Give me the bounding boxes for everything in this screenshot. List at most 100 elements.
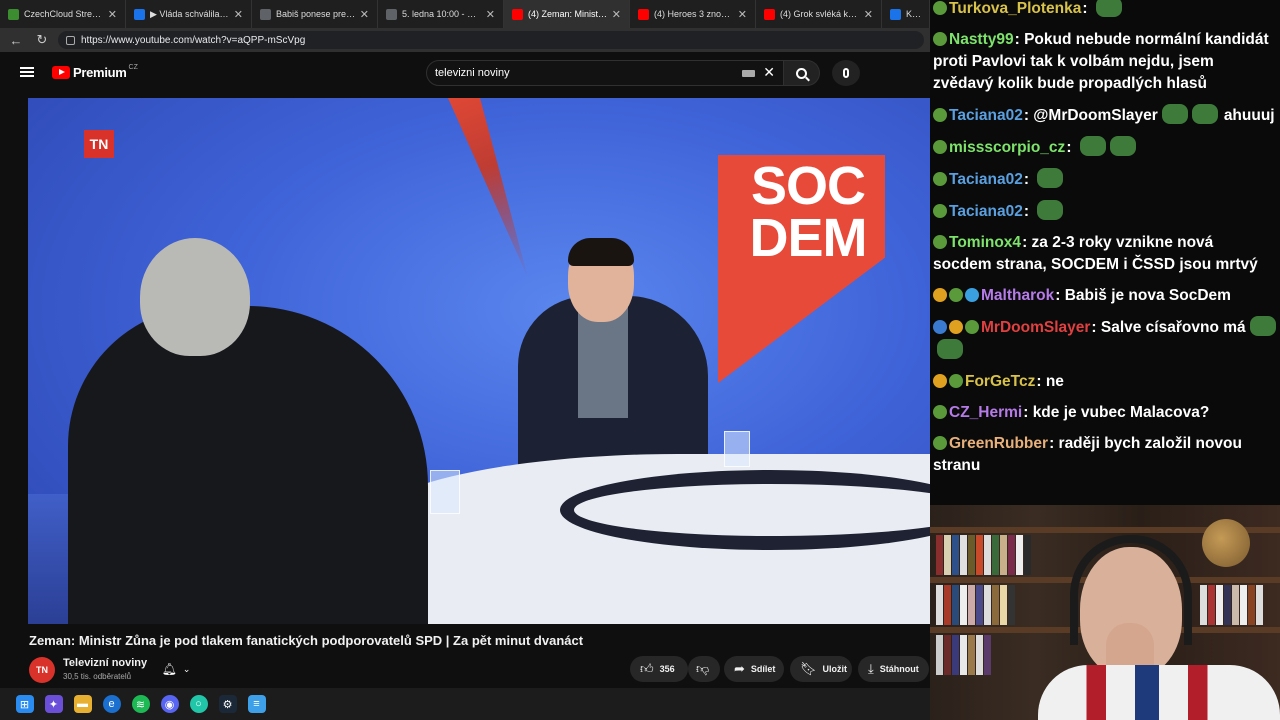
- chat-message: Nastty99: Pokud nebude normální kandidát…: [933, 29, 1276, 95]
- chat-username[interactable]: Taciana02: [949, 107, 1023, 124]
- discord-icon[interactable]: ◉: [160, 695, 179, 713]
- chat-username[interactable]: GreenRubber: [949, 435, 1048, 452]
- spotify-icon[interactable]: ≋: [131, 695, 150, 713]
- tab-favicon-icon: [134, 8, 145, 20]
- address-bar: ← ↻ https://www.youtube.com/watch?v=aQPP…: [0, 28, 930, 52]
- notepad-icon[interactable]: ≡: [247, 695, 266, 713]
- tab-close-icon[interactable]: ✕: [738, 8, 747, 21]
- voice-search-button[interactable]: [832, 60, 860, 86]
- chat-message: Maltharok: Babiš je nova SocDem: [933, 285, 1276, 307]
- chat-username[interactable]: Maltharok: [981, 287, 1054, 304]
- chat-separator: :: [1036, 373, 1046, 390]
- books: [936, 535, 1032, 575]
- chat-message: Tominox4: za 2-3 roky vznikne nová socde…: [933, 232, 1276, 276]
- search-button[interactable]: [784, 60, 820, 86]
- chrome-like-icon[interactable]: ○: [189, 695, 208, 713]
- back-icon[interactable]: ←: [6, 33, 26, 48]
- globe: [1202, 519, 1250, 567]
- chat-username[interactable]: Taciana02: [949, 171, 1023, 188]
- youtube-brand: Premium: [73, 64, 127, 80]
- chat-separator: :: [1023, 171, 1034, 188]
- tab-favicon-icon: [386, 8, 397, 20]
- chat-username[interactable]: MrDoomSlayer: [981, 319, 1090, 336]
- chat-message: missscorpio_cz:: [933, 136, 1276, 159]
- chat-separator: :: [1014, 31, 1025, 48]
- chat-separator: :: [1023, 404, 1033, 421]
- menu-icon[interactable]: [20, 67, 34, 77]
- browser-tab[interactable]: (4) Grok svléká každého, ✕: [756, 0, 882, 28]
- tab-label: (4) Grok svléká každého,: [780, 9, 860, 19]
- search-input[interactable]: televizni noviny ✕: [426, 60, 784, 86]
- browser-tab[interactable]: Babiš ponese prezidento ✕: [252, 0, 378, 28]
- youtube-logo[interactable]: Premium CZ: [52, 64, 138, 80]
- share-icon: ➦: [734, 661, 745, 676]
- keyboard-icon[interactable]: [742, 70, 755, 77]
- youtube-play-icon: [52, 65, 70, 79]
- chat-separator: :: [1055, 287, 1065, 304]
- chat-text: ne: [1045, 373, 1064, 390]
- webcam-feed: [930, 505, 1280, 720]
- chat-text: @MrDoomSlayer: [1033, 107, 1158, 124]
- video-player[interactable]: TN SOC DEM: [28, 98, 930, 624]
- books: [936, 635, 992, 675]
- chat-message: CZ_Hermi: kde je vubec Malacova?: [933, 402, 1276, 424]
- tab-close-icon[interactable]: ✕: [234, 8, 243, 21]
- chat-username[interactable]: Turkova_Plotenka: [949, 0, 1081, 17]
- share-label: Sdílet: [750, 664, 776, 674]
- reload-icon[interactable]: ↻: [32, 32, 52, 48]
- tab-close-icon[interactable]: ✕: [108, 8, 117, 21]
- chat-username[interactable]: missscorpio_cz: [949, 139, 1065, 156]
- clear-search-icon[interactable]: ✕: [763, 64, 775, 81]
- host-hair: [568, 238, 634, 266]
- tab-close-icon[interactable]: ✕: [864, 8, 873, 21]
- chat-username[interactable]: ForGeTcz: [965, 373, 1035, 390]
- steam-icon[interactable]: ⚙: [218, 695, 237, 713]
- browser-tab[interactable]: CzechCloud Stream - Wa ✕: [0, 0, 126, 28]
- copilot-icon[interactable]: ✦: [44, 695, 63, 713]
- download-button[interactable]: ⤓ Stáhnout: [858, 656, 929, 682]
- like-button[interactable]: 👍︎ 356: [630, 656, 688, 682]
- browser-tab[interactable]: (4) Heroes 3 znovu překv ✕: [630, 0, 756, 28]
- browser-tab[interactable]: Kalend: [882, 0, 930, 28]
- chat-username[interactable]: Taciana02: [949, 203, 1023, 220]
- search-query: televizni noviny: [435, 67, 510, 79]
- chat-badge-icon: [933, 204, 947, 218]
- url-field[interactable]: https://www.youtube.com/watch?v=aQPP-mSc…: [58, 31, 924, 49]
- thumbs-down-icon: 👎︎: [696, 661, 710, 676]
- site-info-icon[interactable]: [66, 35, 75, 45]
- chat-emote-icon: [1161, 104, 1188, 124]
- chat-username[interactable]: Nastty99: [949, 31, 1014, 48]
- browser-tab[interactable]: (4) Zeman: Ministr Zůna ✕: [504, 0, 630, 28]
- edge-browser-icon[interactable]: e: [102, 695, 121, 713]
- browser-tab[interactable]: 5. ledna 10:00 - Studio C ✕: [378, 0, 504, 28]
- tab-close-icon[interactable]: ✕: [486, 8, 495, 21]
- share-button[interactable]: ➦ Sdílet: [724, 656, 784, 682]
- tab-close-icon[interactable]: ✕: [360, 8, 369, 21]
- chat-badge-icon: [949, 320, 963, 334]
- chat-username[interactable]: CZ_Hermi: [949, 404, 1022, 421]
- chat-emote-icon: [1095, 0, 1122, 17]
- screen: CzechCloud Stream - Wa✕▶ Vláda schválila…: [0, 0, 1280, 720]
- windows-start-icon[interactable]: ⊞: [15, 695, 34, 713]
- browser-tab[interactable]: ▶ Vláda schválila progra ✕: [126, 0, 252, 28]
- channel-avatar[interactable]: TN: [29, 657, 55, 683]
- video-title: Zeman: Ministr Zůna je pod tlakem fanati…: [29, 633, 584, 648]
- chat-badge-icon: [949, 288, 963, 302]
- chat-badge-icon: [933, 140, 947, 154]
- chat-username[interactable]: Tominox4: [949, 234, 1021, 251]
- tab-close-icon[interactable]: ✕: [612, 8, 621, 21]
- tab-favicon-icon: [890, 8, 901, 20]
- chat-emote-icon: [937, 339, 963, 359]
- chat-emote-icon: [1037, 168, 1064, 188]
- like-count: 356: [659, 664, 675, 674]
- save-button[interactable]: 🔖︎ Uložit: [790, 656, 852, 682]
- party-sign-line2: DEM: [749, 208, 868, 268]
- dislike-button[interactable]: 👎︎: [688, 656, 720, 682]
- chat-separator: :: [1091, 319, 1101, 336]
- file-explorer-icon[interactable]: ▬: [73, 695, 92, 713]
- chat-badge-icon: [933, 288, 947, 302]
- notification-button[interactable]: 🔔︎ ⌄: [153, 656, 199, 682]
- chat-emote-icon: [1191, 104, 1218, 124]
- microphone-icon: [843, 68, 849, 78]
- channel-name[interactable]: Televizní noviny: [63, 657, 147, 669]
